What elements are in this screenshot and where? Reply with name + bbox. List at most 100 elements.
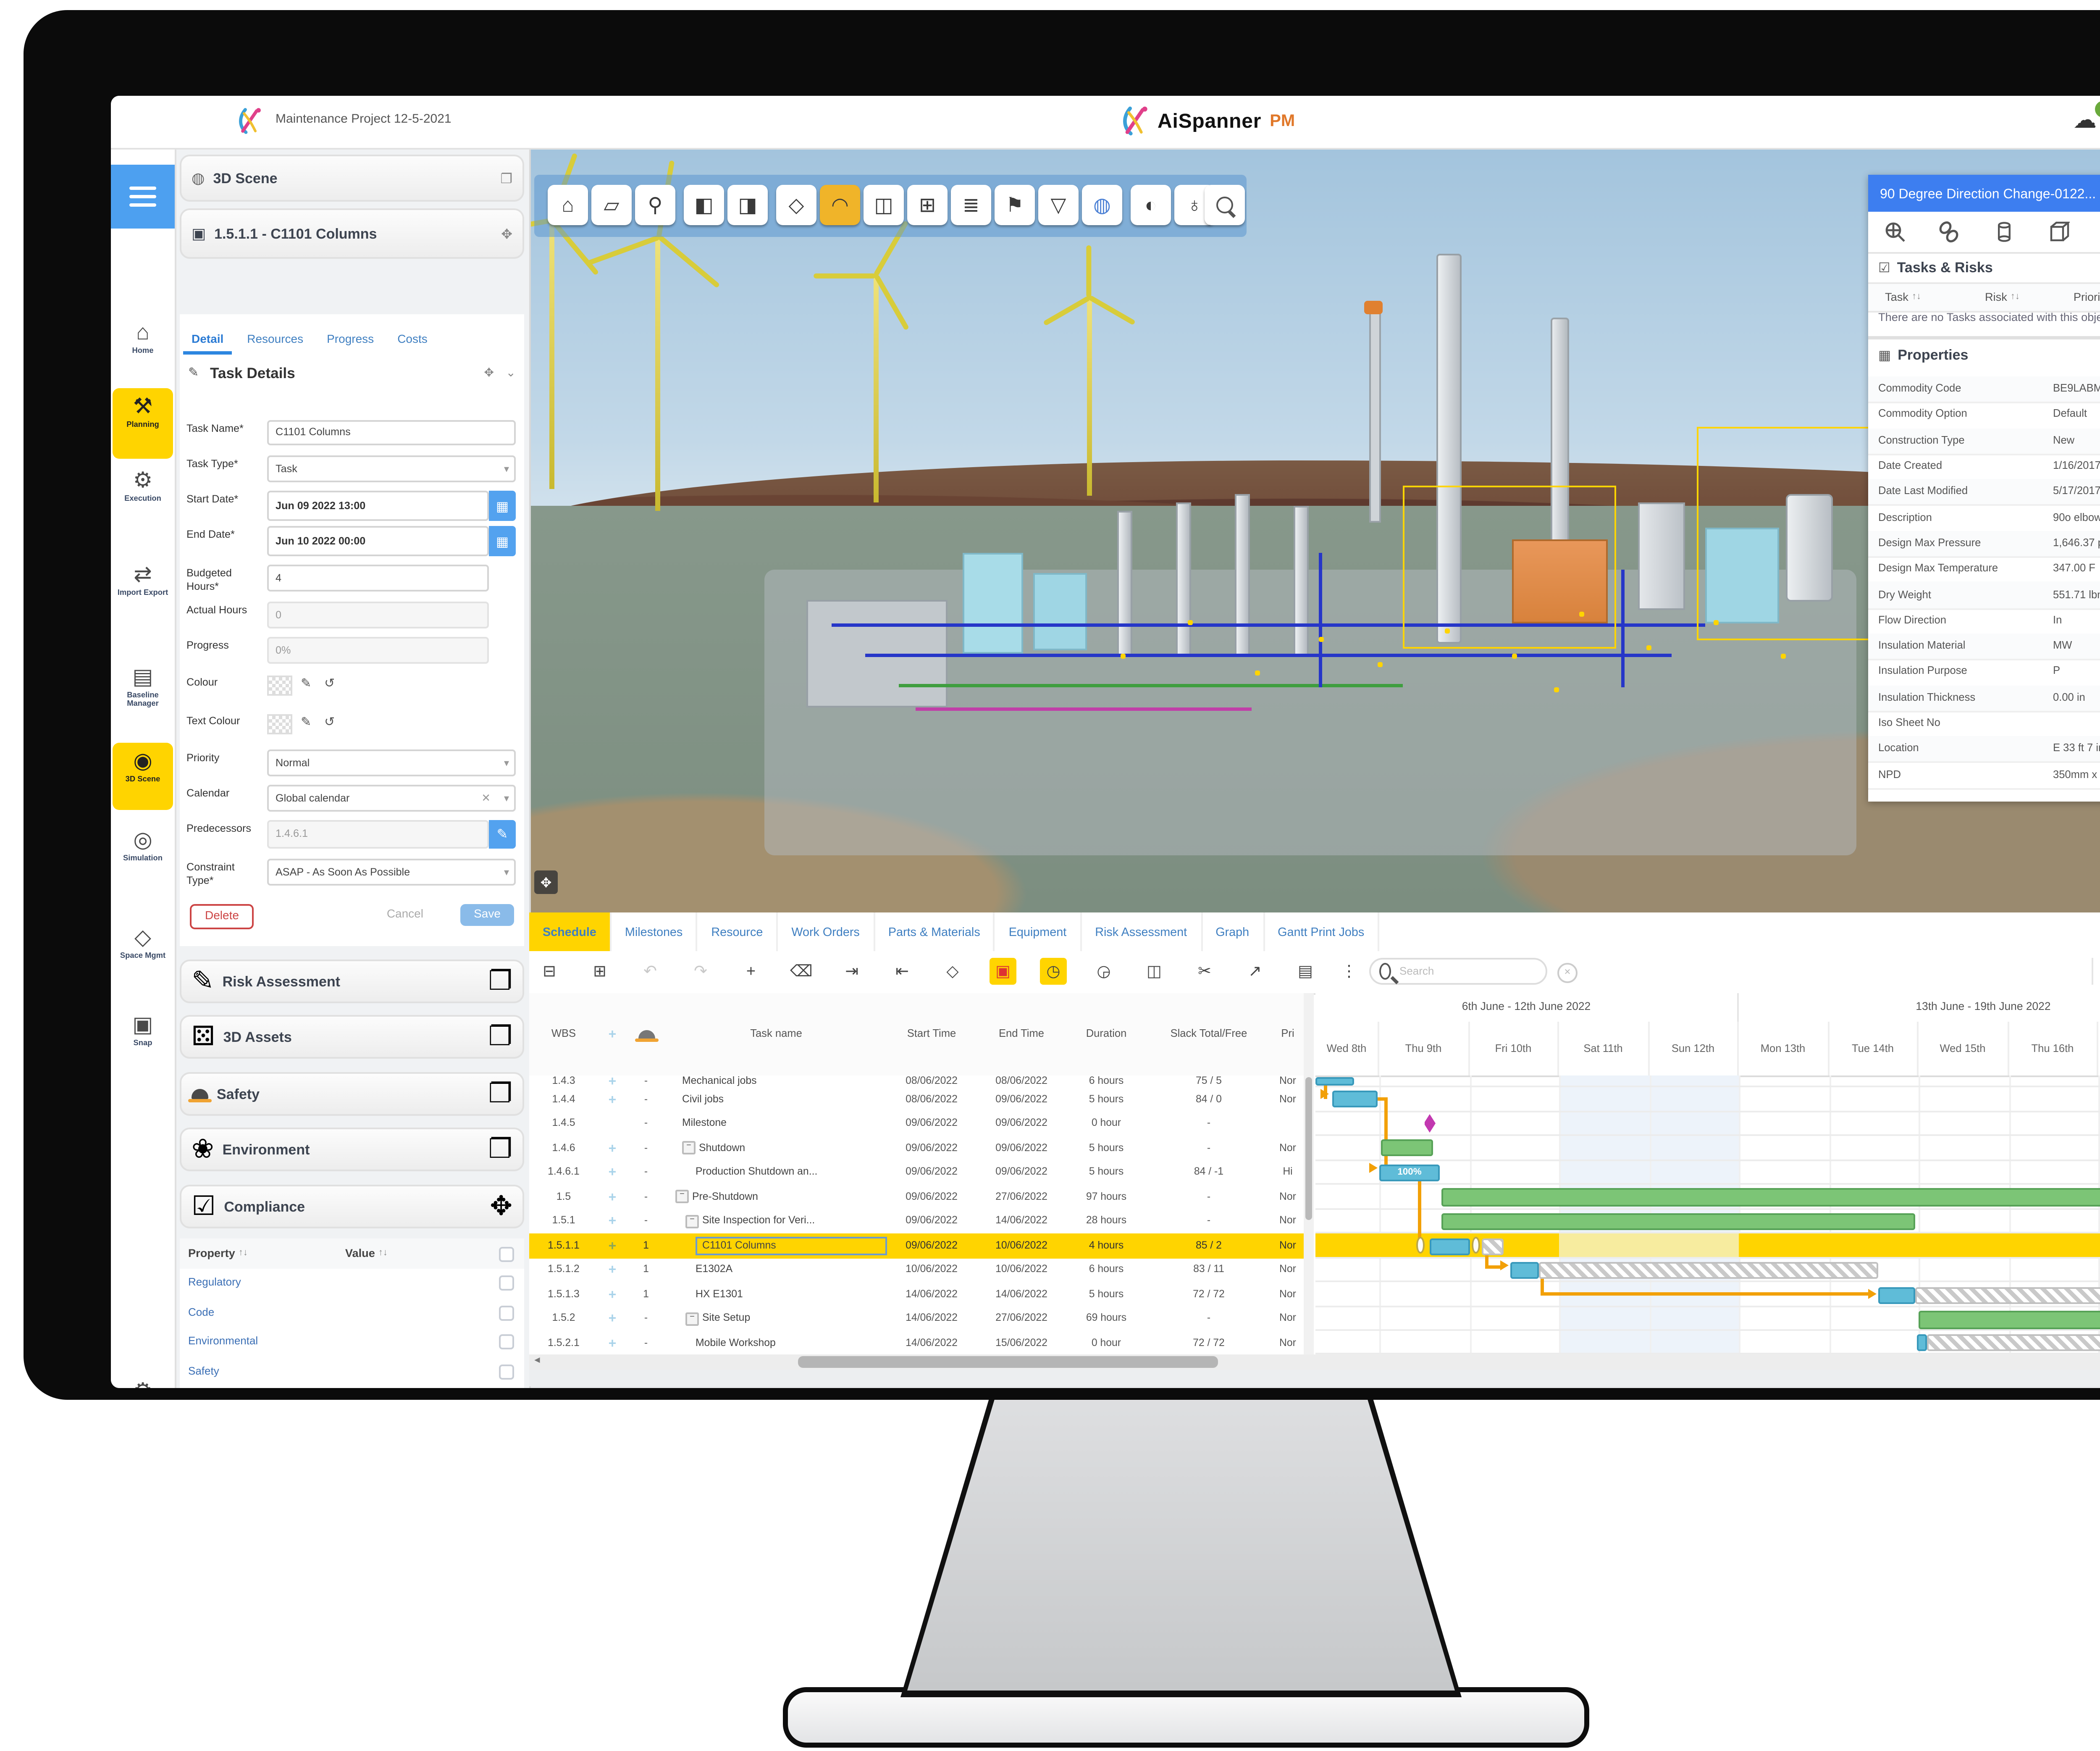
clip-button[interactable]: ◇	[776, 185, 816, 225]
google-earth-button[interactable]: ◍	[1082, 185, 1122, 225]
gantt-bar-1.5.2.1[interactable]	[1917, 1334, 1927, 1351]
redo-button[interactable]: ↷	[687, 958, 714, 985]
gantt-bar-1.4.6.1[interactable]: 100%	[1379, 1164, 1440, 1181]
chevron-up-icon[interactable]: ⌄	[506, 366, 516, 380]
cancel-button[interactable]: Cancel	[373, 904, 437, 926]
collapse-icon[interactable]: ✥	[484, 366, 494, 380]
table-vertical-scrollbar[interactable]	[1304, 993, 1314, 1354]
binoculars-button[interactable]: ◫	[864, 185, 904, 225]
clear-search-button[interactable]: ✕	[1557, 963, 1578, 983]
section-compliance[interactable]: ☑ Compliance ✥	[180, 1185, 524, 1228]
walk-mode-button[interactable]: ⚲	[635, 185, 675, 225]
tab-risk-assessment[interactable]: Risk Assessment	[1082, 912, 1202, 951]
unlink-button[interactable]: ✂	[1191, 958, 1218, 985]
flag-person-button[interactable]: ⚑	[995, 185, 1035, 225]
gantt-table-row[interactable]: 1.5.1 + - − Site Inspection for Veri... 09/06…	[529, 1209, 1304, 1235]
compliance-row[interactable]: Code	[180, 1298, 524, 1329]
calendar-select[interactable]: Global calendar ✕ ▾	[267, 785, 516, 812]
compliance-row[interactable]: Safety	[180, 1357, 524, 1388]
clear-icon[interactable]: ✕	[481, 791, 491, 805]
start-date-input[interactable]: Jun 09 2022 13:00	[267, 491, 489, 521]
gantt-table-row[interactable]: 1.5.1.3 +1 HX E1301 14/06/2022 14/06/2022 5 h…	[529, 1282, 1304, 1308]
row-checkbox[interactable]	[499, 1276, 514, 1291]
sidebar-item-execution[interactable]: ⚙ Execution	[113, 468, 173, 503]
gantt-bar-1.5.1.1[interactable]	[1430, 1238, 1470, 1254]
time-now-button[interactable]: ◶	[1090, 958, 1117, 985]
end-date-input[interactable]: Jun 10 2022 00:00	[267, 526, 489, 556]
3d-viewport[interactable]: ⌂ ▱ ⚲ ◧ ◨ ◇ ◠ ◫ ⊞ ≣ ⚑ ▽ ◍ ◐ ♁ ✥ N 5 m	[529, 148, 2100, 914]
section-environment[interactable]: ❀ Environment ❐	[180, 1128, 524, 1171]
gantt-table-row[interactable]: 1.5 + - − Pre-Shutdown 09/06/2022 27/06/2022 97…	[529, 1185, 1304, 1211]
shield-view-button[interactable]: ▽	[1038, 185, 1079, 225]
section-3d-assets[interactable]: ⚄ 3D Assets ❐	[180, 1015, 524, 1059]
sort-icon[interactable]: ↑↓	[378, 1249, 388, 1259]
text-colour-swatch[interactable]	[267, 714, 292, 734]
expand-icon[interactable]: ❐	[488, 1020, 512, 1054]
gantt-bar-1.5.1.3[interactable]	[1878, 1286, 1915, 1303]
sidebar-item-simulation[interactable]: ◎ Simulation	[113, 828, 173, 862]
menu-button[interactable]	[111, 165, 175, 229]
reset-icon[interactable]: ↺	[324, 676, 335, 691]
compliance-row[interactable]: Risk	[180, 1386, 524, 1388]
baseline-button[interactable]: ◷	[1040, 958, 1067, 985]
gantt-bar-1.5.1.2[interactable]	[1510, 1262, 1539, 1279]
select-all-checkbox[interactable]	[499, 1246, 514, 1261]
move-icon[interactable]: ✥	[490, 1190, 512, 1223]
gantt-bar-1.4.4[interactable]	[1332, 1091, 1378, 1107]
gantt-bar-1.4.6[interactable]	[1381, 1139, 1433, 1156]
gantt-table-row[interactable]: 1.5.2 + - − Site Setup 14/06/2022 27/06/2022 69…	[529, 1307, 1304, 1333]
compliance-row[interactable]: Regulatory	[180, 1269, 524, 1300]
collapse-all-button[interactable]: ⊟	[536, 958, 563, 985]
print-button[interactable]: ▤	[1292, 958, 1319, 985]
globe-button[interactable]: ◐	[1131, 185, 1171, 225]
sort-icon[interactable]: ↑↓	[1912, 292, 1921, 302]
cloud-sync-icon[interactable]: ☁	[2073, 106, 2097, 134]
tab-resource[interactable]: Resource	[698, 912, 778, 951]
colour-swatch[interactable]	[267, 676, 292, 696]
gantt-table-row[interactable]: 1.4.5- Milestone 09/06/2022 09/06/2022 0 hou…	[529, 1112, 1304, 1138]
sidebar-item-baseline-manager[interactable]: ▤ Baseline Manager	[113, 665, 173, 708]
row-checkbox[interactable]	[499, 1364, 514, 1379]
tab-work-orders[interactable]: Work Orders	[778, 912, 875, 951]
measure-button[interactable]: ▱	[591, 185, 632, 225]
expand-icon[interactable]: ❐	[488, 1077, 512, 1111]
tab-equipment[interactable]: Equipment	[995, 912, 1082, 951]
tab-detail[interactable]: Detail	[180, 324, 235, 355]
cylinder-button[interactable]	[1992, 220, 2016, 244]
tab-gantt-print-jobs[interactable]: Gantt Print Jobs	[1264, 912, 1380, 951]
delete-task-button[interactable]: ⌫	[788, 958, 815, 985]
link-button[interactable]	[1938, 220, 1961, 244]
reset-icon[interactable]: ↺	[324, 714, 335, 729]
progress-line-button[interactable]: ↗	[1242, 958, 1268, 985]
projector-button[interactable]: ⊞	[907, 185, 948, 225]
compliance-row[interactable]: Environmental	[180, 1328, 524, 1359]
sidebar-item-home[interactable]: ⌂ Home	[113, 320, 173, 355]
sort-icon[interactable]: ↑↓	[2011, 292, 2020, 302]
bar-resize-handle[interactable]	[1416, 1237, 1425, 1254]
budgeted-hours-input[interactable]: 4	[267, 565, 489, 592]
expand-all-button[interactable]: ⊞	[586, 958, 613, 985]
sidebar-item-planning[interactable]: ⚒ Planning	[113, 388, 173, 459]
schedule-search-input[interactable]	[1396, 964, 1537, 979]
gantt-bar-1.5[interactable]	[1441, 1188, 2100, 1206]
expand-icon[interactable]: ❐	[488, 1133, 512, 1166]
gantt-bar-1.5.1[interactable]	[1441, 1212, 1915, 1230]
scrollbar-thumb[interactable]	[798, 1356, 1218, 1368]
bar-resize-handle[interactable]	[1472, 1237, 1480, 1254]
row-checkbox[interactable]	[499, 1335, 514, 1350]
fullscreen-button[interactable]: ✥	[534, 870, 558, 894]
section-plane-button[interactable]: ◨	[727, 185, 768, 225]
tab-progress[interactable]: Progress	[315, 324, 386, 355]
outdent-button[interactable]: ⇤	[889, 958, 916, 985]
row-checkbox[interactable]	[499, 1305, 514, 1320]
selected-task-cell[interactable]: C1101 Columns	[696, 1236, 887, 1255]
sidebar-item-space-mgmt[interactable]: ◇ Space Mgmt	[113, 925, 173, 960]
sidebar-item-snap[interactable]: ▣ Snap	[113, 1012, 173, 1047]
undo-button[interactable]: ↶	[637, 958, 664, 985]
gantt-table-row[interactable]: 1.4.6 + - − Shutdown 09/06/2022 09/06/2022 5 ho…	[529, 1136, 1304, 1162]
display-settings-button[interactable]: ≣	[951, 185, 991, 225]
save-button[interactable]: Save	[460, 904, 514, 926]
gantt-bar-1.4.3[interactable]	[1315, 1077, 1354, 1086]
tab-milestones[interactable]: Milestones	[612, 912, 698, 951]
sidebar-item-import-export[interactable]: ⇄ Import Export	[113, 562, 173, 597]
